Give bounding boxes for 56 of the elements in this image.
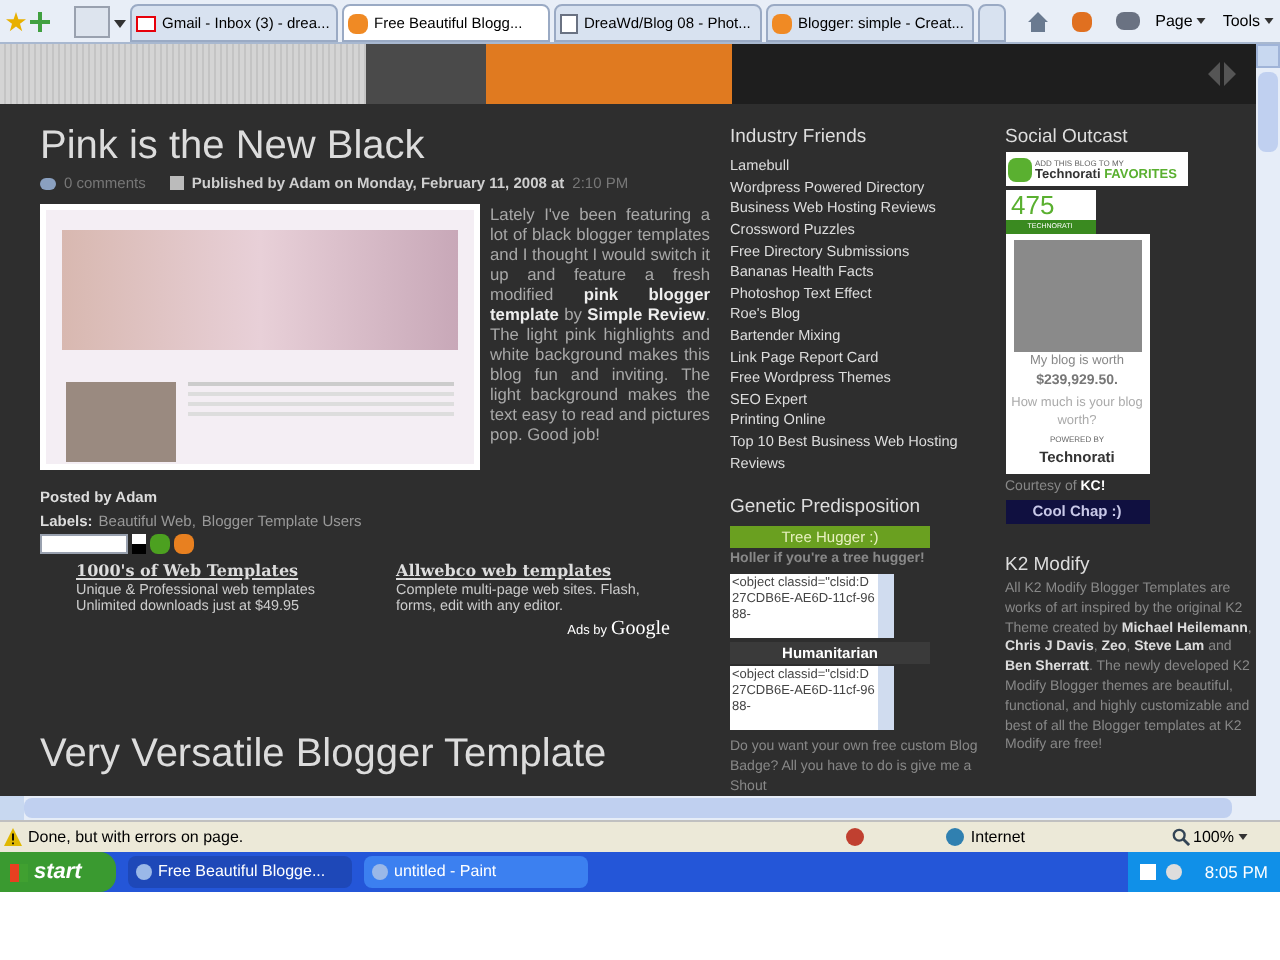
blogger-icon bbox=[348, 13, 368, 33]
network-icon[interactable] bbox=[1166, 864, 1183, 880]
ads-brand-text: Google bbox=[611, 615, 670, 644]
vertical-scrollbar[interactable] bbox=[1256, 44, 1280, 796]
page-icon bbox=[560, 13, 578, 33]
add-favorites-icon[interactable] bbox=[30, 11, 50, 31]
post-body: Lately I've been featuring a lot of black blogger templates and I thought I would switch it up and feature a fresh modified pink blogger template by Simple Review. The light pink highlights and white background makes this blog fun and inviting. The light background makes the text easy to read and pictures pop. Good job! bbox=[490, 204, 710, 449]
section-heading: Genetic Predisposition bbox=[730, 494, 923, 523]
warning-icon[interactable] bbox=[4, 828, 22, 846]
section-heading: Social Outcast bbox=[1005, 124, 1130, 152]
privacy-icon[interactable] bbox=[846, 828, 865, 846]
caret-icon[interactable] bbox=[114, 20, 126, 28]
clock-text: 8:05 PM bbox=[1204, 859, 1268, 885]
comment-icon bbox=[40, 177, 56, 190]
bookmark-icon[interactable] bbox=[132, 533, 146, 554]
new-tab[interactable] bbox=[978, 4, 1006, 42]
taskbar-button[interactable]: untitled - Paint bbox=[364, 856, 588, 888]
diamond-arrows-icon[interactable] bbox=[1208, 60, 1236, 88]
caret-icon bbox=[1196, 18, 1207, 24]
scrollbar-icon[interactable] bbox=[878, 573, 894, 638]
app-icon bbox=[372, 864, 388, 880]
post-title[interactable]: Very Versatile Blogger Template bbox=[40, 727, 710, 780]
zone-text: Internet bbox=[970, 825, 1026, 849]
caret-icon bbox=[1238, 834, 1248, 840]
home-icon[interactable] bbox=[1027, 11, 1048, 31]
share-icon[interactable] bbox=[174, 533, 194, 554]
blogger-icon bbox=[772, 13, 792, 33]
chat-icon[interactable] bbox=[150, 533, 170, 554]
mail-icon bbox=[136, 15, 156, 31]
technorati-logo-icon bbox=[1007, 157, 1031, 182]
toolbar-menu-button[interactable]: Tools bbox=[1222, 9, 1274, 33]
start-button[interactable]: start bbox=[0, 852, 116, 892]
favorites-star-icon[interactable] bbox=[6, 11, 26, 31]
help-icon[interactable] bbox=[1140, 864, 1157, 880]
windows-logo-icon bbox=[10, 863, 28, 881]
portrait-placeholder bbox=[1013, 240, 1141, 353]
zoom-button[interactable]: 100% bbox=[1171, 825, 1248, 849]
printer-icon[interactable] bbox=[1115, 12, 1140, 30]
calendar-icon bbox=[169, 176, 184, 191]
scrollbar-icon[interactable] bbox=[878, 665, 894, 730]
ad-title-link[interactable]: Allwebco web templates bbox=[396, 557, 676, 582]
status-text: Done, but with errors on page. bbox=[28, 825, 244, 849]
globe-icon bbox=[946, 828, 965, 846]
section-heading: K2 Modify bbox=[1005, 551, 1092, 580]
ad-title-link[interactable]: 1000's of Web Templates bbox=[76, 557, 356, 582]
toolbar-menu-button[interactable]: Page bbox=[1155, 9, 1207, 33]
post-title[interactable]: Pink is the New Black bbox=[40, 120, 710, 172]
magnifier-icon bbox=[1171, 828, 1190, 846]
feed-icon[interactable] bbox=[1071, 11, 1092, 31]
horizontal-scrollbar[interactable] bbox=[0, 796, 1280, 820]
caret-icon bbox=[1264, 18, 1274, 24]
stumbleupon-icon[interactable] bbox=[40, 533, 128, 554]
section-heading: Industry Friends bbox=[730, 124, 869, 152]
header-block bbox=[366, 44, 486, 104]
app-icon bbox=[136, 864, 152, 880]
taskbar-button[interactable]: Free Beautiful Blogge... bbox=[128, 856, 352, 888]
